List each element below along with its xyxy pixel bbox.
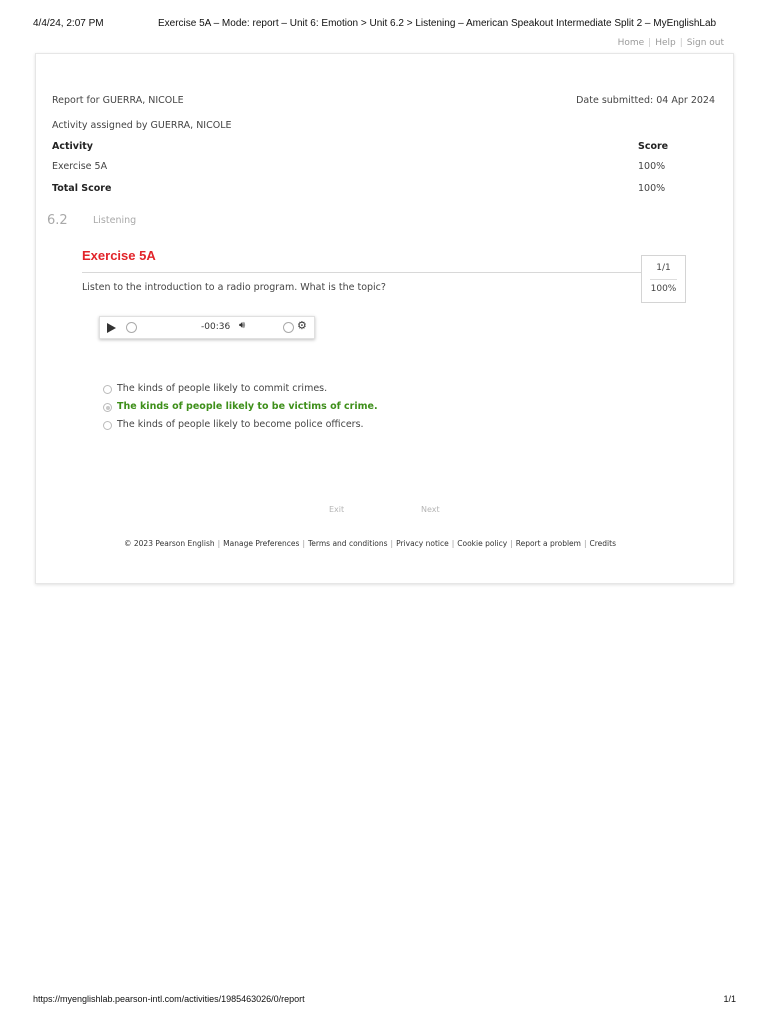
terms-link[interactable]: Terms and conditions [308, 539, 388, 548]
score-percent: 100% [650, 284, 677, 294]
cookie-policy-link[interactable]: Cookie policy [457, 539, 507, 548]
next-button[interactable]: Next [421, 505, 440, 514]
audio-player: -00:36 🔊︎ ⚙︎ [99, 316, 315, 339]
top-nav-links: Home | Help | Sign out [618, 38, 724, 48]
help-link[interactable]: Help [655, 38, 676, 48]
credits-link[interactable]: Credits [590, 539, 616, 548]
manage-preferences-link[interactable]: Manage Preferences [223, 539, 299, 548]
home-link[interactable]: Home [618, 38, 645, 48]
footer-divider: | [390, 539, 394, 548]
exercise-title: Exercise 5A [82, 248, 156, 263]
question-prompt: Listen to the introduction to a radio pr… [82, 282, 386, 293]
section-title: Listening [93, 215, 137, 226]
link-divider: | [648, 38, 652, 48]
audio-time-remaining: -00:36 [201, 322, 231, 332]
volume-icon[interactable]: 🔊︎ [239, 320, 245, 331]
print-page-number: 1/1 [723, 994, 736, 1004]
option-radio-2[interactable] [103, 403, 112, 412]
report-for: Report for GUERRA, NICOLE [52, 95, 184, 106]
score-divider [650, 279, 677, 280]
print-datetime: 4/4/24, 2:07 PM [33, 18, 104, 29]
activity-row-name: Exercise 5A [52, 161, 108, 172]
footer-divider: | [510, 539, 513, 548]
site-footer: © 2023 Pearson English | Manage Preference… [124, 539, 616, 548]
progress-ring-icon[interactable] [126, 322, 137, 333]
footer-divider: | [302, 539, 305, 548]
section-number: 6.2 [47, 213, 68, 228]
report-problem-link[interactable]: Report a problem [516, 539, 581, 548]
sign-out-link[interactable]: Sign out [687, 38, 724, 48]
option-label-3[interactable]: The kinds of people likely to become pol… [117, 419, 364, 430]
assigned-by: Activity assigned by GUERRA, NICOLE [52, 120, 232, 131]
total-score-label: Total Score [52, 183, 112, 194]
footer-divider: | [451, 539, 455, 548]
footer-divider: | [583, 539, 587, 548]
option-label-1[interactable]: The kinds of people likely to commit cri… [117, 383, 327, 394]
option-radio-1[interactable] [103, 385, 112, 394]
activity-row-score: 100% [638, 161, 666, 172]
privacy-link[interactable]: Privacy notice [396, 539, 449, 548]
gear-icon[interactable]: ⚙︎ [297, 319, 307, 332]
play-icon[interactable] [107, 323, 116, 333]
score-column-header: Score [638, 141, 669, 152]
exercise-divider [82, 272, 642, 273]
link-divider: | [679, 38, 683, 48]
footer-divider: | [217, 539, 221, 548]
option-radio-3[interactable] [103, 421, 112, 430]
score-fraction: 1/1 [656, 263, 671, 273]
total-score-value: 100% [638, 183, 666, 194]
exercise-score-box: 1/1 100% [641, 255, 686, 303]
speed-ring-icon[interactable] [283, 322, 294, 333]
print-url: https://myenglishlab.pearson-intl.com/ac… [33, 994, 305, 1004]
option-label-2-correct[interactable]: The kinds of people likely to be victims… [117, 401, 378, 412]
exit-button[interactable]: Exit [329, 505, 344, 514]
activity-column-header: Activity [52, 141, 93, 152]
print-page-title: Exercise 5A – Mode: report – Unit 6: Emo… [158, 18, 717, 29]
date-submitted: Date submitted: 04 Apr 2024 [576, 95, 715, 106]
copyright-text: © 2023 Pearson English [124, 539, 215, 548]
